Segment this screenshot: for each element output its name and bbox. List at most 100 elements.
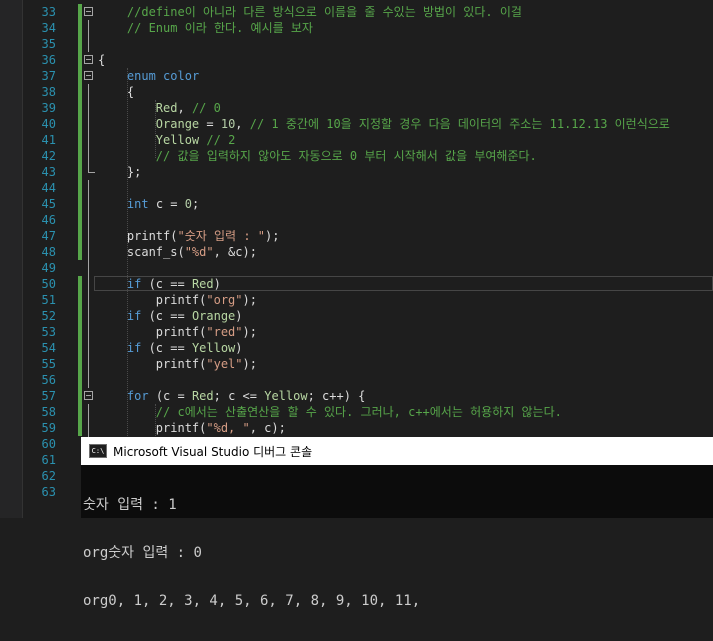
console-app-icon: C:\ bbox=[89, 444, 107, 458]
code-line[interactable]: 47 printf("숫자 입력 : "); bbox=[0, 228, 713, 244]
change-indicator bbox=[78, 228, 82, 244]
code-token: printf( bbox=[98, 357, 207, 371]
code-text[interactable]: for (c = Red; c <= Yellow; c++) { bbox=[98, 388, 365, 404]
code-line[interactable]: 58 // c에서는 산출연산을 할 수 있다. 그러나, c++에서는 허용하… bbox=[0, 404, 713, 420]
change-indicator bbox=[78, 388, 82, 404]
code-text[interactable]: Orange = 10, // 1 중간에 10을 지정할 경우 다음 데이터의… bbox=[98, 116, 670, 132]
code-text[interactable]: int c = 0; bbox=[98, 196, 199, 212]
code-text[interactable]: Yellow // 2 bbox=[98, 132, 236, 148]
line-number: 42 bbox=[41, 149, 56, 163]
indent-guide bbox=[155, 404, 156, 438]
fold-guide bbox=[88, 84, 89, 100]
code-text[interactable]: }; bbox=[98, 164, 141, 180]
code-line[interactable]: 39 Red, // 0 bbox=[0, 100, 713, 116]
code-line[interactable]: 41 Yellow // 2 bbox=[0, 132, 713, 148]
code-line[interactable]: 59 printf("%d, ", c); bbox=[0, 420, 713, 436]
code-text[interactable]: // 값을 입력하지 않아도 자동으로 0 부터 시작해서 값을 부여해준다. bbox=[98, 148, 537, 164]
code-comment: // Enum 이라 한다. 예시를 보자 bbox=[126, 21, 313, 35]
code-token: printf( bbox=[98, 229, 178, 243]
fold-toggle-icon[interactable] bbox=[84, 71, 93, 80]
code-line[interactable]: 42 // 값을 입력하지 않아도 자동으로 0 부터 시작해서 값을 부여해준… bbox=[0, 148, 713, 164]
fold-guide bbox=[88, 292, 89, 308]
fold-guide bbox=[88, 116, 89, 132]
code-comment: // c에서는 산출연산을 할 수 있다. 그러나, c++에서는 허용하지 않… bbox=[155, 405, 562, 419]
code-text[interactable]: { bbox=[98, 52, 105, 68]
change-indicator bbox=[78, 404, 82, 420]
change-indicator bbox=[78, 212, 82, 228]
code-string: "org" bbox=[206, 293, 243, 307]
change-indicator bbox=[78, 148, 82, 164]
fold-toggle-icon[interactable] bbox=[84, 391, 93, 400]
code-line[interactable]: 55 printf("yel"); bbox=[0, 356, 713, 372]
code-text[interactable] bbox=[98, 36, 127, 52]
debug-console-window[interactable]: C:\ Microsoft Visual Studio 디버그 콘솔 숫자 입력… bbox=[81, 437, 713, 609]
code-token: scanf_s( bbox=[98, 245, 185, 259]
code-line[interactable]: 37 enum color bbox=[0, 68, 713, 84]
code-text[interactable]: { bbox=[98, 84, 134, 100]
fold-guide bbox=[88, 356, 89, 372]
code-comment: // 값을 입력하지 않아도 자동으로 0 부터 시작해서 값을 부여해준다. bbox=[155, 149, 537, 163]
code-keyword: for bbox=[126, 389, 149, 403]
code-token: ); bbox=[242, 293, 257, 307]
line-number: 58 bbox=[41, 405, 56, 419]
code-line[interactable]: 40 Orange = 10, // 1 중간에 10을 지정할 경우 다음 데… bbox=[0, 116, 713, 132]
code-text[interactable]: // c에서는 산출연산을 할 수 있다. 그러나, c++에서는 허용하지 않… bbox=[98, 404, 562, 420]
code-text[interactable]: //define이 아니라 다른 방식으로 이름을 줄 수있는 방법이 있다. … bbox=[98, 4, 522, 20]
line-number: 51 bbox=[41, 293, 56, 307]
code-line[interactable]: 44 bbox=[0, 180, 713, 196]
code-token: Orange bbox=[191, 309, 236, 323]
code-line[interactable]: 45 int c = 0; bbox=[0, 196, 713, 212]
code-line[interactable]: 52 if (c == Orange) bbox=[0, 308, 713, 324]
console-title-bar[interactable]: C:\ Microsoft Visual Studio 디버그 콘솔 bbox=[81, 437, 713, 465]
line-number: 59 bbox=[41, 421, 56, 435]
line-number: 35 bbox=[41, 37, 56, 51]
code-text[interactable]: if (c == Yellow) bbox=[98, 340, 243, 356]
code-line[interactable]: 43 }; bbox=[0, 164, 713, 180]
code-text[interactable]: // Enum 이라 한다. 예시를 보자 bbox=[98, 20, 313, 36]
code-text[interactable]: Red, // 0 bbox=[98, 100, 221, 116]
code-line[interactable]: 34 // Enum 이라 한다. 예시를 보자 bbox=[0, 20, 713, 36]
code-line[interactable]: 57 for (c = Red; c <= Yellow; c++) { bbox=[0, 388, 713, 404]
code-line[interactable]: 48 scanf_s("%d", &c); bbox=[0, 244, 713, 260]
code-text[interactable]: printf("red"); bbox=[98, 324, 257, 340]
code-token: (c = bbox=[148, 389, 192, 403]
line-number: 50 bbox=[41, 277, 56, 291]
change-indicator bbox=[78, 132, 82, 148]
code-line[interactable]: 49 bbox=[0, 260, 713, 276]
fold-guide bbox=[88, 340, 89, 356]
fold-guide bbox=[88, 228, 89, 244]
code-line[interactable]: 54 if (c == Yellow) bbox=[0, 340, 713, 356]
code-text[interactable]: if (c == Orange) bbox=[98, 308, 243, 324]
console-output: 숫자 입력 : 1 org숫자 입력 : 0 org0, 1, 2, 3, 4,… bbox=[81, 465, 713, 641]
fold-guide bbox=[88, 260, 89, 276]
code-string: "%d" bbox=[184, 245, 214, 259]
code-line[interactable]: 56 bbox=[0, 372, 713, 388]
fold-toggle-icon[interactable] bbox=[84, 55, 93, 64]
code-line[interactable]: 51 printf("org"); bbox=[0, 292, 713, 308]
code-text[interactable]: printf("org"); bbox=[98, 292, 257, 308]
code-text[interactable]: printf("yel"); bbox=[98, 356, 257, 372]
code-token: c = bbox=[148, 197, 185, 211]
code-token: , bbox=[177, 101, 192, 115]
code-line[interactable]: 36 { bbox=[0, 52, 713, 68]
code-token: ) bbox=[235, 309, 243, 323]
code-line[interactable]: 38 { bbox=[0, 84, 713, 100]
code-text[interactable]: scanf_s("%d", &c); bbox=[98, 244, 257, 260]
fold-guide bbox=[88, 196, 89, 212]
code-keyword: enum bbox=[126, 69, 156, 83]
code-line[interactable]: 35 bbox=[0, 36, 713, 52]
code-text[interactable]: printf("숫자 입력 : "); bbox=[98, 228, 280, 244]
line-number: 63 bbox=[41, 485, 56, 499]
change-indicator bbox=[78, 420, 82, 436]
code-line[interactable]: 33 //define이 아니라 다른 방식으로 이름을 줄 수있는 방법이 있… bbox=[0, 4, 713, 20]
code-text[interactable]: enum color bbox=[98, 68, 199, 84]
code-line[interactable]: 53 printf("red"); bbox=[0, 324, 713, 340]
fold-guide bbox=[88, 36, 89, 52]
line-number: 34 bbox=[41, 21, 56, 35]
line-number: 45 bbox=[41, 197, 56, 211]
code-line[interactable]: 46 bbox=[0, 212, 713, 228]
fold-toggle-icon[interactable] bbox=[84, 7, 93, 16]
fold-guide bbox=[88, 132, 89, 148]
